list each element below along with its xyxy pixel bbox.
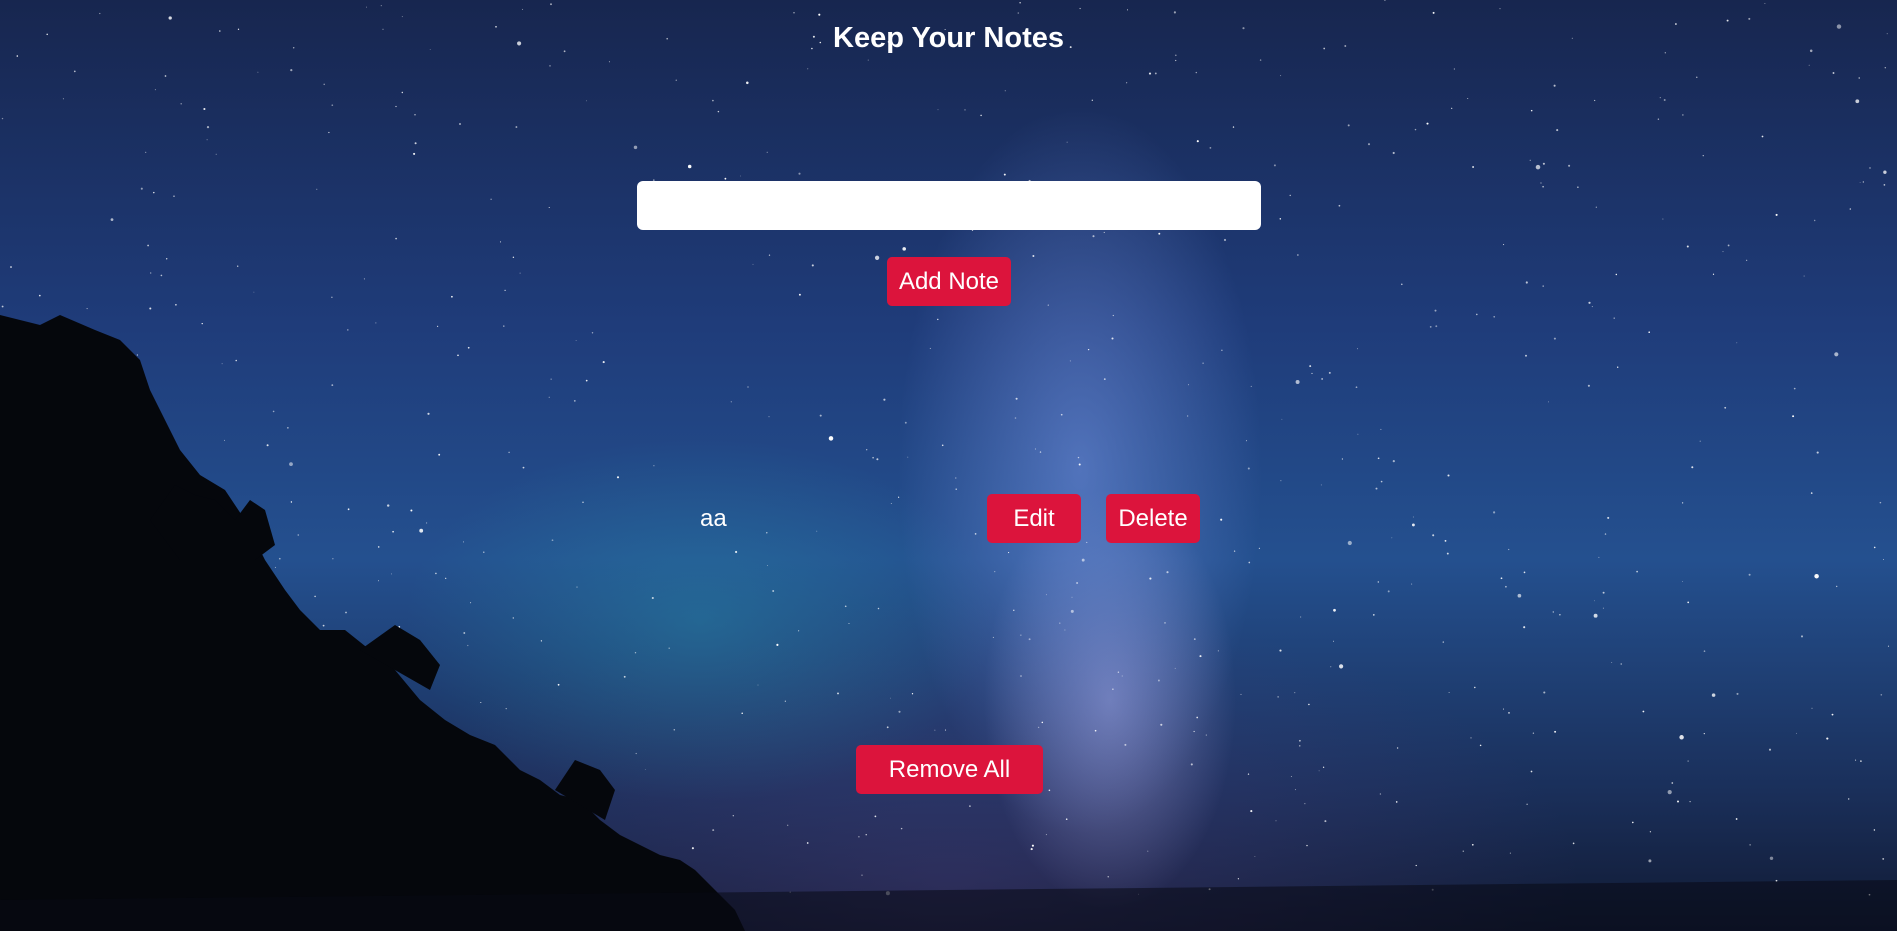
note-input[interactable] <box>637 181 1261 230</box>
delete-note-button[interactable]: Delete <box>1106 494 1200 543</box>
edit-note-button[interactable]: Edit <box>987 494 1081 543</box>
add-note-button[interactable]: Add Note <box>887 257 1011 306</box>
remove-all-button[interactable]: Remove All <box>856 745 1043 794</box>
note-text: aa <box>700 505 727 532</box>
page-title: Keep Your Notes <box>833 22 1064 54</box>
